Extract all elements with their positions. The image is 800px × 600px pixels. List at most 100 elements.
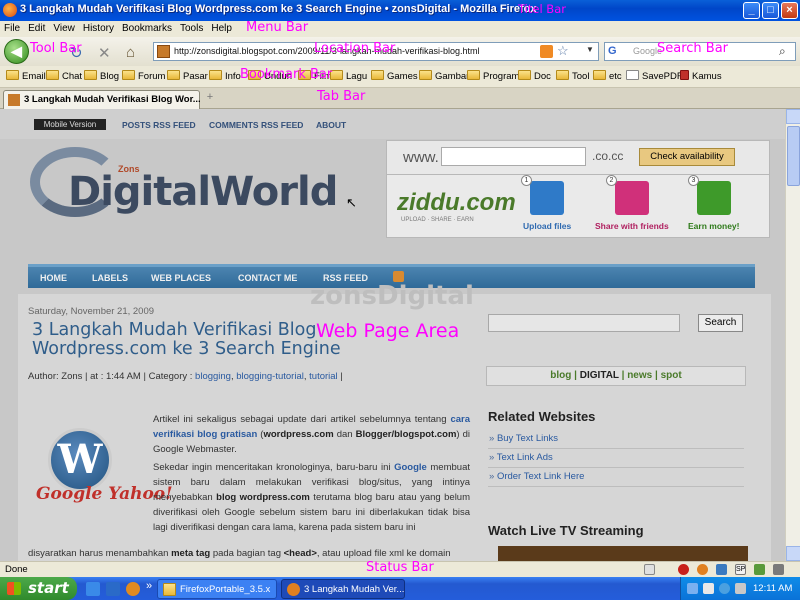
nav-contact-me[interactable]: CONTACT ME	[238, 273, 297, 283]
google-engine-icon[interactable]: G	[608, 45, 622, 59]
tab-active[interactable]: 3 Langkah Mudah Verifikasi Blog Wor...	[3, 90, 201, 109]
minimize-button[interactable]: _	[743, 2, 760, 19]
posts-rss-link[interactable]: POSTS RSS FEED	[122, 120, 196, 130]
tray-icon[interactable]	[703, 583, 714, 594]
bookmark-folder[interactable]: Program	[467, 70, 519, 82]
bookmark-star-icon[interactable]: ☆	[557, 43, 569, 59]
category-link[interactable]: blogging-tutorial	[236, 371, 304, 382]
comments-rss-link[interactable]: COMMENTS RSS FEED	[209, 120, 303, 130]
bookmark-folder[interactable]: Gambar	[419, 70, 469, 82]
sidebar-search-button[interactable]: Search	[698, 314, 743, 332]
menu-view[interactable]: View	[49, 21, 79, 34]
category-link[interactable]: tutorial	[309, 371, 338, 382]
annotation-menu-bar: Menu Bar	[246, 20, 309, 35]
tag-digital[interactable]: DIGITAL	[580, 370, 619, 381]
firefox-icon	[3, 3, 17, 17]
domain-tld: .co.cc	[592, 149, 624, 163]
bookmark-folder[interactable]: Email	[6, 70, 46, 82]
rss-feed-icon[interactable]	[540, 45, 553, 58]
bookmark-folder[interactable]: etc	[593, 70, 622, 82]
divider	[488, 486, 744, 487]
addon-icon[interactable]	[754, 564, 765, 575]
bookmark-folder[interactable]: Doc	[518, 70, 551, 82]
divider	[488, 448, 744, 449]
vertical-scrollbar[interactable]	[785, 109, 800, 561]
check-availability-button[interactable]: Check availability	[639, 148, 735, 166]
menu-help[interactable]: Help	[207, 21, 236, 34]
bookmark-savepdf[interactable]: SavePDF	[626, 70, 683, 82]
taskbar-folder-button[interactable]: FirefoxPortable_3.5.x	[157, 579, 277, 599]
ziddu-banner[interactable]: ziddu.com UPLOAD · SHARE · EARN 1 Upload…	[386, 174, 770, 238]
folder-icon	[122, 70, 135, 80]
sp-icon[interactable]: SP	[735, 564, 746, 575]
nav-web-places[interactable]: WEB PLACES	[151, 273, 211, 283]
quicklaunch-ie-icon[interactable]	[86, 582, 100, 596]
back-button[interactable]: ◀	[4, 39, 29, 64]
home-icon[interactable]: ⌂	[126, 44, 135, 61]
firefox-addon-icon[interactable]	[697, 564, 708, 575]
menu-bookmarks[interactable]: Bookmarks	[118, 21, 176, 34]
tv-player[interactable]	[498, 546, 748, 561]
addon-icon[interactable]	[716, 564, 727, 575]
quicklaunch-more[interactable]: »	[146, 580, 152, 592]
bookmark-folder[interactable]: Lagu	[330, 70, 367, 82]
scroll-down-button[interactable]	[786, 546, 800, 561]
volume-icon[interactable]	[735, 583, 746, 594]
close-button[interactable]: ×	[781, 2, 798, 19]
resize-grip-icon[interactable]	[773, 564, 784, 575]
annotation-web-page-area: Web Page Area	[316, 320, 460, 342]
post-title[interactable]: 3 Langkah Mudah Verifikasi Blog Wordpres…	[32, 321, 362, 359]
sidebar-search-input[interactable]	[488, 314, 680, 332]
bookmark-folder[interactable]: Games	[371, 70, 418, 82]
folder-icon	[167, 70, 180, 80]
related-link[interactable]: Text Link Ads	[489, 452, 553, 463]
annotation-status-bar: Status Bar	[366, 560, 434, 575]
bookmark-folder[interactable]: Blog	[84, 70, 119, 82]
site-favicon	[157, 45, 170, 58]
post-image: W Google Yahoo!	[36, 422, 173, 517]
windows-logo-icon	[7, 582, 21, 595]
scroll-thumb[interactable]	[787, 126, 800, 186]
tag-news[interactable]: news	[627, 370, 652, 381]
related-link[interactable]: Order Text Link Here	[489, 471, 584, 482]
bookmark-folder[interactable]: Info	[209, 70, 241, 82]
stop-icon[interactable]: ✕	[98, 44, 111, 62]
adblock-icon[interactable]	[678, 564, 689, 575]
blog-logo[interactable]: DigitalWorld	[68, 169, 338, 215]
annotation-tab-bar: Tab Bar	[317, 89, 366, 104]
tag-spot[interactable]: spot	[661, 370, 682, 381]
menu-history[interactable]: History	[79, 21, 118, 34]
bookmark-folder[interactable]: Forum	[122, 70, 165, 82]
post-link[interactable]: Google	[394, 462, 427, 473]
maximize-button[interactable]: □	[762, 2, 779, 19]
about-link[interactable]: ABOUT	[316, 120, 346, 130]
bookmark-folder[interactable]: Tool	[556, 70, 589, 82]
history-dropdown-icon[interactable]: ▼	[586, 45, 594, 54]
wordpress-logo: W	[48, 428, 112, 492]
search-icon[interactable]: ⌕	[779, 44, 786, 59]
start-button[interactable]: start	[0, 577, 77, 600]
nav-home[interactable]: HOME	[40, 273, 67, 283]
addon-icon[interactable]	[644, 564, 655, 575]
menu-tools[interactable]: Tools	[176, 21, 207, 34]
taskbar-firefox-button[interactable]: 3 Langkah Mudah Ver...	[281, 579, 405, 599]
quicklaunch-desktop-icon[interactable]	[106, 582, 120, 596]
bookmark-folder[interactable]: Chat	[46, 70, 82, 82]
tag-blog[interactable]: blog	[550, 370, 571, 381]
menu-file[interactable]: File	[0, 21, 24, 34]
bookmark-folder[interactable]: Pasar	[167, 70, 208, 82]
new-tab-button[interactable]: +	[203, 91, 217, 105]
tray-icon[interactable]	[719, 583, 730, 594]
menu-edit[interactable]: Edit	[24, 21, 49, 34]
bookmark-kamus[interactable]: Kamus	[680, 70, 722, 82]
quicklaunch-firefox-icon[interactable]	[126, 582, 140, 596]
status-text: Done	[5, 564, 28, 575]
domain-input[interactable]	[441, 147, 586, 166]
nav-labels[interactable]: LABELS	[92, 273, 128, 283]
mobile-version-link[interactable]: Mobile Version	[34, 119, 106, 130]
tray-icon[interactable]	[687, 583, 698, 594]
related-link[interactable]: Buy Text Links	[489, 433, 558, 444]
title-bar[interactable]: 3 Langkah Mudah Verifikasi Blog Wordpres…	[0, 0, 800, 21]
scroll-up-button[interactable]	[786, 109, 800, 124]
category-link[interactable]: blogging	[195, 371, 231, 382]
